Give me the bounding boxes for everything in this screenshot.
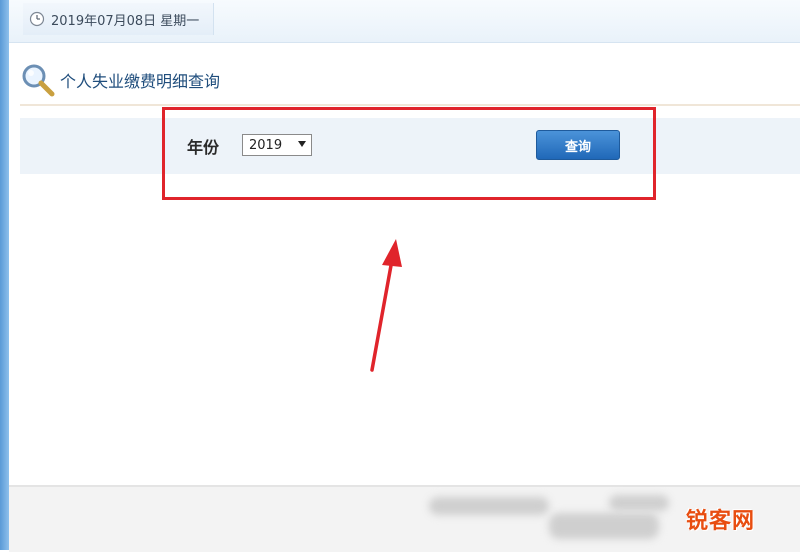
arrow-icon: [370, 239, 402, 372]
watermark-logo: 锐客网: [685, 509, 755, 534]
left-sidebar-strip: [0, 0, 9, 550]
bottom-area: [9, 485, 800, 552]
blurred-content: [549, 513, 659, 539]
search-icon: [22, 64, 55, 97]
year-select-value: 2019: [249, 137, 283, 153]
date-tab: 2019年07月08日 星期一: [23, 3, 215, 35]
year-select[interactable]: 2019: [242, 134, 312, 156]
blurred-content: [609, 495, 669, 511]
year-label: 年份: [187, 138, 220, 157]
page-title: 个人失业缴费明细查询: [60, 72, 221, 91]
page-title-row: 个人失业缴费明细查询: [20, 62, 220, 98]
query-button[interactable]: 查询: [536, 130, 620, 160]
current-date: 2019年07月08日 星期一: [51, 13, 200, 29]
blurred-content: [429, 497, 549, 515]
date-bar: 2019年07月08日 星期一: [9, 0, 800, 43]
caret-down-icon: [298, 141, 306, 147]
title-divider: [20, 104, 800, 106]
clock-icon: [29, 11, 45, 27]
